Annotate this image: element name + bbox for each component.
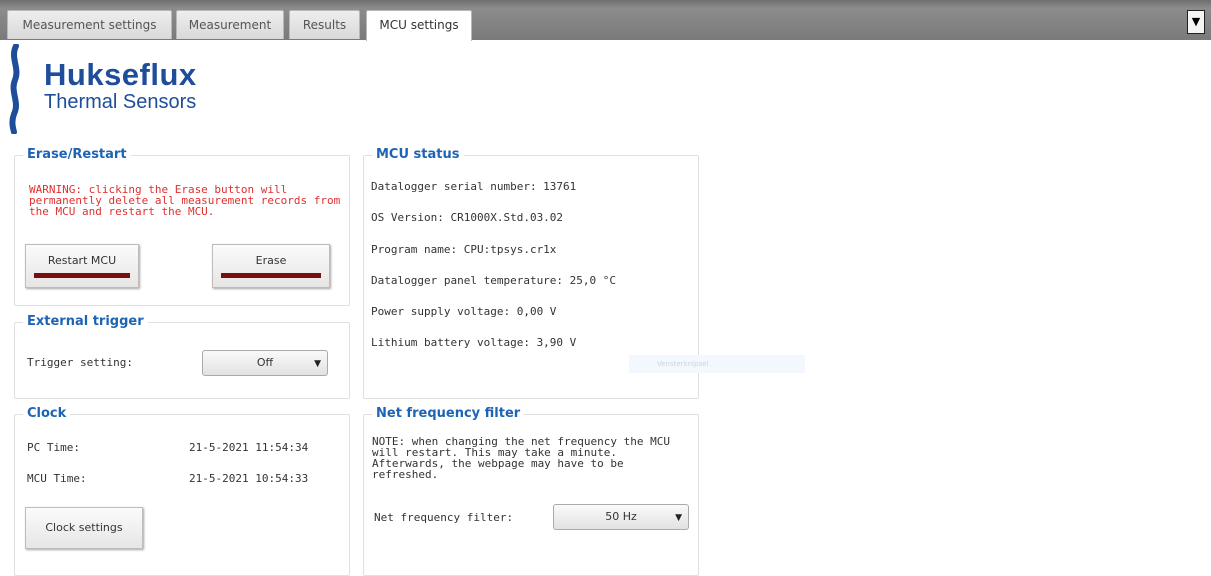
external-trigger-panel: External trigger Trigger setting: Off ▼	[14, 314, 350, 399]
ghost-tooltip: Vensterknipsel	[629, 355, 805, 373]
tab-results[interactable]: Results	[289, 10, 360, 39]
pc-time-label: PC Time:	[27, 441, 80, 454]
power-supply-voltage-text: Power supply voltage: 0,00 V	[371, 305, 557, 318]
trigger-setting-select[interactable]: Off ▼	[202, 350, 328, 376]
erase-button[interactable]: Erase	[212, 244, 330, 288]
restart-mcu-bar	[34, 273, 130, 278]
net-frequency-value: 50 Hz	[605, 510, 637, 523]
logo-subtitle: Thermal Sensors	[44, 91, 197, 113]
trigger-setting-label: Trigger setting:	[27, 356, 133, 369]
erase-restart-panel: Erase/Restart WARNING: clicking the Eras…	[14, 147, 350, 306]
restart-mcu-label: Restart MCU	[47, 254, 117, 267]
net-frequency-title: Net frequency filter	[372, 406, 525, 421]
erase-restart-title: Erase/Restart	[23, 147, 131, 162]
net-frequency-note: NOTE: when changing the net frequency th…	[372, 435, 671, 481]
mcu-time-value: 21-5-2021 10:54:33	[189, 472, 309, 485]
tab-mcu-settings[interactable]: MCU settings	[366, 10, 472, 41]
pc-time-value: 21-5-2021 11:54:34	[189, 441, 309, 454]
clock-panel: Clock PC Time: 21-5-2021 11:54:34 MCU Ti…	[14, 406, 350, 576]
os-version-text: OS Version: CR1000X.Std.03.02	[371, 211, 564, 224]
logo: Hukseflux Thermal Sensors	[8, 44, 238, 136]
chevron-down-icon: ▼	[675, 513, 682, 523]
clock-title: Clock	[23, 406, 71, 421]
erase-bar	[221, 273, 321, 278]
logo-title: Hukseflux	[44, 57, 197, 92]
panel-temperature-text: Datalogger panel temperature: 25,0 °C	[371, 274, 617, 287]
tab-measurement-settings[interactable]: Measurement settings	[7, 10, 172, 39]
net-frequency-label: Net frequency filter:	[374, 511, 514, 524]
lithium-battery-voltage-text: Lithium battery voltage: 3,90 V	[371, 336, 577, 349]
logo-wave-icon	[9, 44, 20, 134]
mcu-time-label: MCU Time:	[27, 472, 87, 485]
trigger-setting-value: Off	[256, 356, 274, 369]
menu-dropdown-button[interactable]: ▼	[1187, 10, 1205, 34]
erase-warning-text: WARNING: clicking the Erase button will …	[29, 183, 341, 218]
net-frequency-select[interactable]: 50 Hz ▼	[553, 504, 689, 530]
tab-bar: Measurement settings Measurement Results…	[0, 0, 1211, 41]
restart-mcu-button[interactable]: Restart MCU	[25, 244, 139, 288]
external-trigger-title: External trigger	[23, 314, 148, 329]
mcu-status-title: MCU status	[372, 147, 464, 162]
erase-label: Erase	[255, 254, 287, 267]
chevron-down-icon: ▼	[314, 359, 321, 369]
net-frequency-panel: Net frequency filter NOTE: when changing…	[363, 406, 699, 576]
serial-number-text: Datalogger serial number: 13761	[371, 180, 577, 193]
program-name-text: Program name: CPU:tpsys.cr1x	[371, 243, 557, 256]
clock-settings-button[interactable]: Clock settings	[25, 507, 143, 549]
tab-measurement[interactable]: Measurement	[176, 10, 284, 39]
